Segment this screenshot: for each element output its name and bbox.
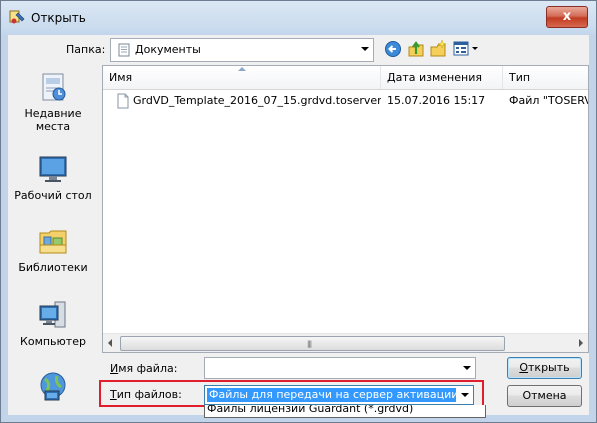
place-label-line1: Недавние (24, 107, 82, 120)
place-label-line2: места (35, 120, 71, 133)
new-folder-icon[interactable] (428, 39, 448, 59)
place-network[interactable] (8, 371, 98, 407)
up-folder-icon[interactable] (406, 39, 426, 59)
chevron-down-icon[interactable] (463, 366, 471, 370)
scroll-thumb[interactable]: ||| (120, 336, 505, 351)
column-header-name[interactable]: Имя (103, 66, 381, 89)
app-icon (9, 10, 25, 24)
place-libraries[interactable]: Библиотеки (8, 225, 98, 274)
close-button[interactable]: x (546, 6, 588, 28)
place-desktop[interactable]: Рабочий стол (8, 153, 98, 202)
lookin-label: Папка: (66, 43, 106, 56)
file-list[interactable]: Имя Дата изменения Тип GrdVD_Template_20… (102, 65, 589, 353)
place-computer[interactable]: Компьютер (8, 299, 98, 348)
column-type-label: Тип (509, 71, 531, 84)
document-icon (117, 93, 129, 109)
column-date-label: Дата изменения (387, 71, 482, 84)
column-name-label: Имя (109, 71, 133, 84)
filetype-option[interactable]: Файлы лицензий Guardant (*.grdvd) (207, 405, 413, 415)
filetype-dropdown-list[interactable]: Файлы лицензий Guardant (*.grdvd) (204, 405, 486, 418)
filename-input[interactable] (204, 357, 476, 379)
file-date: 15.07.2016 15:17 (387, 94, 486, 107)
file-type: Файл "TOSERVER" (509, 94, 588, 107)
chevron-down-icon[interactable] (361, 47, 369, 51)
column-header-type[interactable]: Тип (503, 66, 588, 89)
horizontal-scrollbar[interactable]: ||| (103, 333, 588, 352)
desktop-icon (39, 156, 67, 182)
sort-up-icon (238, 67, 246, 71)
filename-label: Имя файла: (110, 362, 178, 375)
scroll-right-icon[interactable] (579, 339, 583, 347)
lookin-value: Документы (135, 43, 201, 56)
cancel-button[interactable]: Отмена (507, 385, 582, 407)
place-label-line1: Компьютер (20, 335, 86, 348)
filetype-select[interactable]: Файлы для передачи на сервер активации (… (204, 385, 474, 405)
title-bar[interactable]: Открыть x (1, 1, 596, 35)
place-label-line1: Рабочий стол (14, 189, 92, 202)
column-header-date[interactable]: Дата изменения (381, 66, 503, 89)
filetype-label: Тип файлов: (110, 388, 182, 401)
open-file-dialog: Открыть x Папка: Документы Недавние мест… (0, 0, 597, 423)
computer-icon (39, 301, 66, 328)
open-button[interactable]: Открыть (507, 357, 582, 379)
chevron-down-icon[interactable] (461, 393, 469, 397)
place-recent[interactable]: Недавние места (8, 71, 98, 133)
views-menu-icon[interactable] (452, 39, 480, 59)
filetype-selected-value: Файлы для передачи на сервер активации (… (207, 388, 456, 402)
places-bar: Недавние места Рабочий стол Библиотеки К… (8, 65, 98, 405)
list-header: Имя Дата изменения Тип (103, 66, 588, 90)
place-label-line1: Библиотеки (18, 261, 88, 274)
back-arrow-icon[interactable] (383, 39, 403, 59)
network-icon (40, 372, 66, 401)
scroll-left-icon[interactable] (108, 339, 112, 347)
recent-places-icon (42, 73, 66, 101)
file-row[interactable]: GrdVD_Template_2016_07_15.grdvd.toserver… (103, 90, 588, 112)
documents-folder-icon (118, 43, 130, 57)
lookin-combo[interactable]: Документы (110, 38, 374, 62)
dialog-body: Папка: Документы Недавние места Рабочий … (8, 35, 589, 418)
libraries-icon (39, 230, 67, 254)
file-name: GrdVD_Template_2016_07_15.grdvd.toserver (133, 94, 381, 107)
window-title: Открыть (31, 11, 86, 25)
